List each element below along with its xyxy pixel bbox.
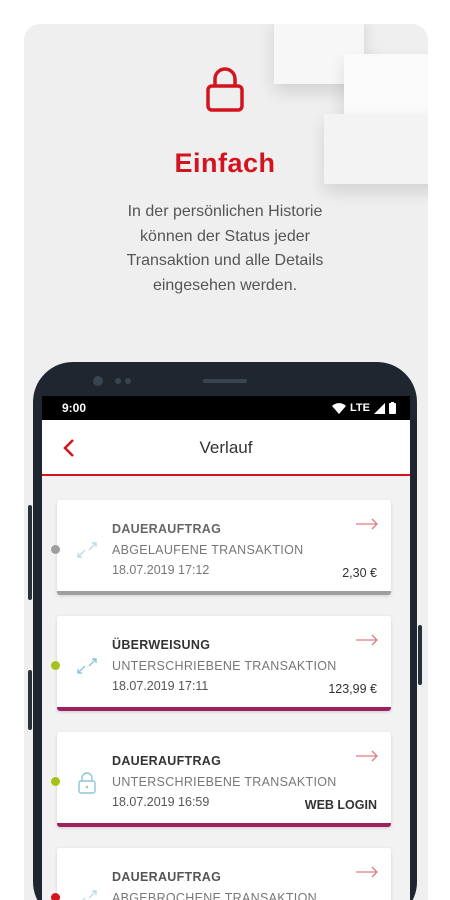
speaker (203, 379, 247, 383)
hero-text-line: Transaktion und alle Details (126, 252, 324, 269)
status-bar-indicator (57, 707, 391, 711)
transaction-type: DAUERAUFTRAG (112, 522, 222, 536)
transaction-type: DAUERAUFTRAG (112, 754, 222, 768)
status-dot (51, 777, 60, 786)
transaction-date: 18.07.2019 16:59 (112, 795, 210, 809)
status-dot (51, 661, 60, 670)
transaction-type: ÜBERWEISUNG (112, 638, 211, 652)
phone-top-bezel (33, 362, 417, 398)
transaction-card[interactable]: DAUERAUFTRAG ABGELAUFENE TRANSAKTION 18.… (51, 500, 391, 595)
hero-title: Einfach (174, 148, 276, 178)
page-title: Verlauf (199, 438, 253, 457)
status-icons: LTE (332, 402, 396, 414)
transaction-card[interactable]: DAUERAUFTRAG UNTERSCHRIEBENE TRANSAKTION… (51, 732, 391, 827)
status-dot (51, 893, 60, 900)
status-dot (51, 545, 60, 554)
transaction-amount: 2,30 € (342, 566, 377, 580)
arrow-right-icon (356, 750, 378, 762)
transaction-amount: 123,99 € (328, 682, 377, 696)
status-bar: 9:00 LTE (42, 396, 410, 420)
transaction-card[interactable]: ÜBERWEISUNG UNTERSCHRIEBENE TRANSAKTION … (51, 616, 391, 711)
transaction-list: DAUERAUFTRAG ABGELAUFENE TRANSAKTION 18.… (42, 478, 410, 900)
network-label: LTE (350, 402, 370, 414)
phone-side-button (418, 625, 422, 685)
status-bar-indicator (57, 823, 391, 827)
hero-text-line: können der Status jeder (140, 227, 310, 245)
transaction-amount: WEB LOGIN (304, 798, 377, 812)
transaction-status: UNTERSCHRIEBENE TRANSAKTION (112, 775, 337, 789)
lock-icon (206, 67, 244, 112)
wifi-icon (332, 402, 347, 414)
transfer-icon (77, 658, 97, 674)
arrow-right-icon (356, 518, 378, 530)
phone-side-button (28, 670, 32, 730)
transfer-icon (82, 890, 97, 900)
transaction-date: 18.07.2019 17:11 (112, 679, 209, 693)
sensor (115, 378, 121, 384)
transaction-status: ABGELAUFENE TRANSAKTION (112, 543, 304, 557)
lock-icon (78, 772, 96, 794)
transaction-date: 18.07.2019 17:12 (112, 563, 210, 577)
app-bar: Verlauf (42, 420, 410, 476)
phone-screen: 9:00 LTE Verlauf DAUERAUFTRAG ABGELAUFEN… (42, 396, 410, 900)
hero-text-line: In der persönlichen Historie (127, 203, 323, 220)
camera (93, 376, 103, 386)
signal-icon (374, 402, 385, 414)
transaction-card[interactable]: DAUERAUFTRAG ABGEBROCHENE TRANSAKTION (51, 848, 391, 900)
status-time: 9:00 (62, 401, 87, 415)
arrow-right-icon (356, 866, 378, 878)
status-bar-indicator (57, 591, 391, 595)
transaction-status: UNTERSCHRIEBENE TRANSAKTION (112, 659, 337, 673)
hero-text-line: eingesehen werden. (152, 276, 298, 294)
arrow-right-icon (356, 634, 378, 646)
battery-icon (389, 402, 396, 414)
sensor (125, 378, 131, 384)
transaction-type: DAUERAUFTRAG (112, 870, 222, 884)
phone-side-button (28, 505, 32, 600)
hero-description: In der persönlichen Historie können der … (95, 200, 355, 298)
transaction-status: ABGEBROCHENE TRANSAKTION (112, 891, 317, 900)
transfer-icon (77, 542, 97, 558)
